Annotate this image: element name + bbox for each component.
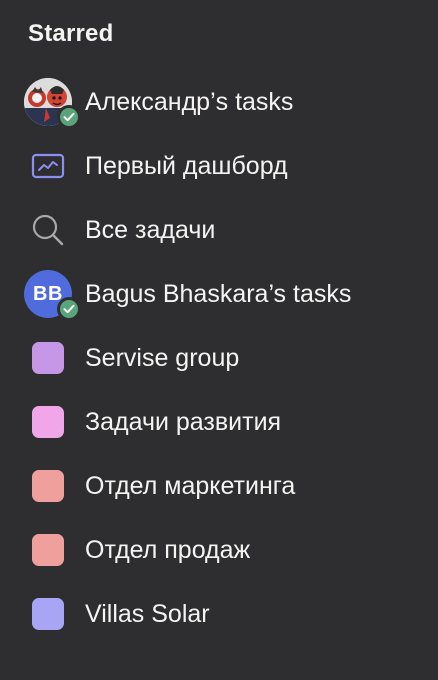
check-icon	[57, 105, 81, 129]
search-icon	[24, 206, 72, 254]
starred-item-all-tasks[interactable]: Все задачи	[0, 202, 438, 258]
item-label: Отдел продаж	[85, 535, 251, 564]
starred-item-servise-group[interactable]: Servise group	[0, 330, 438, 386]
starred-item-dashboard[interactable]: Первый дашборд	[0, 138, 438, 194]
starred-item-aleksandr-tasks[interactable]: Александр’s tasks	[0, 74, 438, 130]
starred-section-title: Starred	[28, 20, 114, 47]
project-color-square	[32, 534, 64, 566]
item-label: Villas Solar	[85, 599, 210, 628]
item-label: Bagus Bhaskara’s tasks	[85, 279, 352, 308]
project-color-square	[32, 342, 64, 374]
project-color-square	[32, 470, 64, 502]
item-label: Первый дашборд	[85, 151, 288, 180]
starred-sidebar-section: Starred Александр’s tasks Первый дашборд…	[0, 0, 438, 680]
item-label: Все задачи	[85, 215, 216, 244]
starred-item-villas-solar[interactable]: Villas Solar	[0, 586, 438, 642]
starred-item-sales[interactable]: Отдел продаж	[0, 522, 438, 578]
item-label: Александр’s tasks	[85, 87, 294, 116]
item-label: Servise group	[85, 343, 240, 372]
item-label: Отдел маркетинга	[85, 471, 296, 500]
item-label: Задачи развития	[85, 407, 282, 436]
dashboard-icon	[24, 142, 72, 190]
starred-item-development-tasks[interactable]: Задачи развития	[0, 394, 438, 450]
project-color-square	[32, 406, 64, 438]
starred-item-bagus-tasks[interactable]: BB Bagus Bhaskara’s tasks	[0, 266, 438, 322]
check-icon	[57, 297, 81, 321]
project-color-square	[32, 598, 64, 630]
starred-item-marketing[interactable]: Отдел маркетинга	[0, 458, 438, 514]
